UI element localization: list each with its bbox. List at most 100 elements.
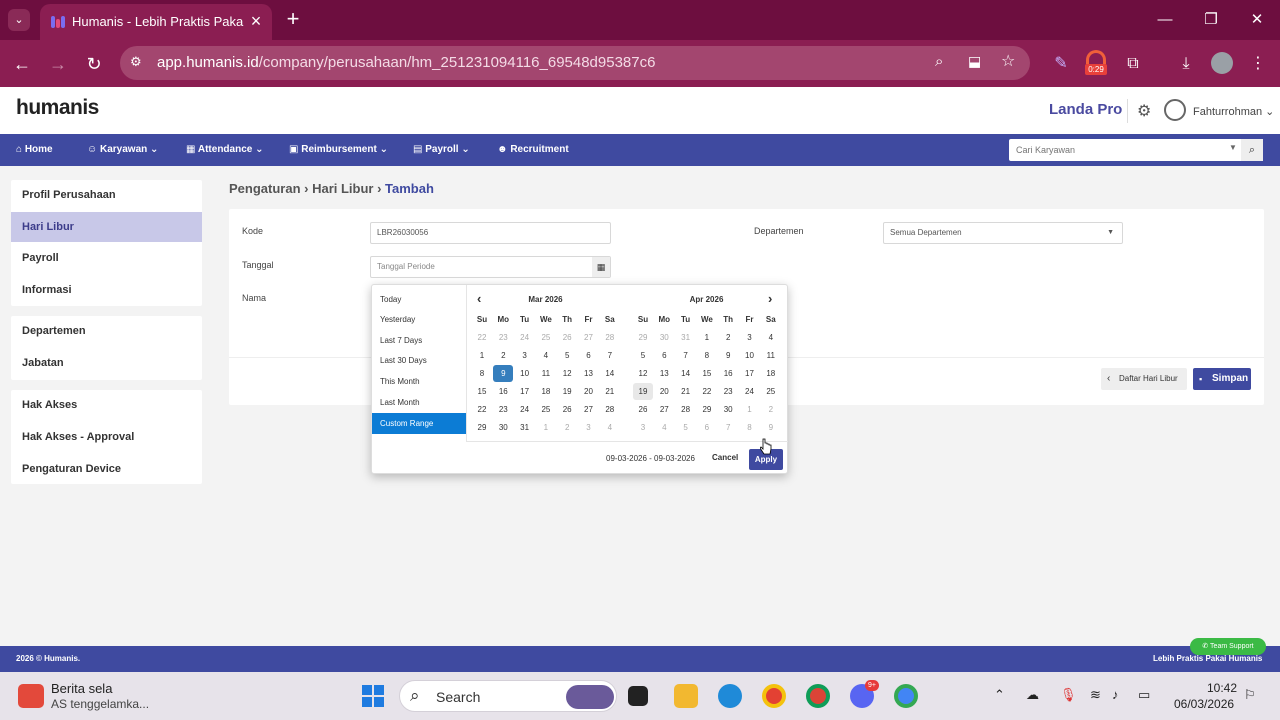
calendar-day[interactable]: 4 <box>536 347 556 364</box>
calendar-day[interactable]: 1 <box>472 347 492 364</box>
wifi-icon[interactable]: ≋ <box>1090 687 1101 703</box>
calendar-day[interactable]: 3 <box>740 329 760 346</box>
calendar-day[interactable]: 29 <box>697 401 717 418</box>
news-title[interactable]: Berita sela <box>51 681 112 696</box>
calendar-day[interactable]: 5 <box>676 419 696 436</box>
calendar-day[interactable]: 25 <box>761 383 781 400</box>
calendar-day[interactable]: 25 <box>536 329 556 346</box>
calendar-day[interactable]: 8 <box>472 365 492 382</box>
user-avatar-icon[interactable] <box>1164 99 1186 121</box>
calendar-day[interactable]: 4 <box>600 419 620 436</box>
chrome-profile-icon[interactable] <box>762 684 786 708</box>
calendar-day[interactable]: 31 <box>515 419 535 436</box>
employee-search-input[interactable] <box>1009 139 1241 161</box>
cancel-button[interactable]: Cancel <box>712 453 738 462</box>
calendar-day[interactable]: 13 <box>579 365 599 382</box>
clock-date[interactable]: 06/03/2026 <box>1174 697 1234 711</box>
downloads-icon[interactable]: ⤓ <box>1174 52 1198 76</box>
calendar-day[interactable]: 9 <box>493 365 514 382</box>
range-last-month[interactable]: Last Month <box>372 392 466 413</box>
calendar-day[interactable]: 28 <box>676 401 696 418</box>
daftar-hari-libur-button[interactable]: ‹ Daftar Hari Libur <box>1101 368 1187 390</box>
range-yesterday[interactable]: Yesterday <box>372 309 466 330</box>
calendar-day[interactable]: 18 <box>536 383 556 400</box>
calendar-day[interactable]: 24 <box>515 401 535 418</box>
chrome-second-icon[interactable] <box>894 684 918 708</box>
sidebar-item-hari-libur[interactable]: Hari Libur <box>11 212 202 242</box>
calendar-day[interactable]: 24 <box>515 329 535 346</box>
calendar-day[interactable]: 6 <box>697 419 717 436</box>
calendar-day[interactable]: 21 <box>676 383 696 400</box>
calendar-day[interactable]: 1 <box>536 419 556 436</box>
close-tab-icon[interactable]: × <box>246 11 266 31</box>
sidebar-item-profil[interactable]: Profil Perusahaan <box>11 180 202 210</box>
sidebar-item-hak-akses[interactable]: Hak Akses <box>11 390 202 420</box>
reload-icon[interactable]: ↻ <box>82 52 106 76</box>
calendar-day[interactable]: 27 <box>579 401 599 418</box>
calendar-day[interactable]: 14 <box>676 365 696 382</box>
back-arrow-icon[interactable]: ← <box>10 52 34 76</box>
sidebar-item-informasi[interactable]: Informasi <box>11 275 202 305</box>
site-info-icon[interactable]: ⚙ <box>130 54 142 70</box>
calendar-day[interactable]: 14 <box>600 365 620 382</box>
calendar-day[interactable]: 28 <box>600 329 620 346</box>
clock-time[interactable]: 10:42 <box>1207 681 1237 695</box>
window-close-icon[interactable]: ✕ <box>1242 8 1272 32</box>
departemen-select[interactable]: Semua Departemen ▼ <box>883 222 1123 244</box>
calendar-day[interactable]: 22 <box>697 383 717 400</box>
calendar-icon[interactable]: ▦ <box>592 257 610 277</box>
calendar-day[interactable]: 29 <box>633 329 653 346</box>
calendar-day[interactable]: 16 <box>718 365 738 382</box>
calendar-day[interactable]: 9 <box>761 419 781 436</box>
calendar-day[interactable]: 18 <box>761 365 781 382</box>
taskbar-search[interactable]: ⌕ Search <box>399 680 617 712</box>
calendar-day[interactable]: 3 <box>515 347 535 364</box>
calendar-day[interactable]: 15 <box>472 383 492 400</box>
user-menu[interactable]: Fahturrohman ⌄ <box>1193 105 1274 118</box>
range-this-month[interactable]: This Month <box>372 371 466 392</box>
calendar-day[interactable]: 28 <box>600 401 620 418</box>
edge-icon[interactable] <box>718 684 742 708</box>
calendar-day[interactable]: 5 <box>633 347 653 364</box>
calendar-day[interactable]: 11 <box>536 365 556 382</box>
extension-feather-icon[interactable]: ✎ <box>1049 52 1073 76</box>
calendar-day[interactable]: 29 <box>472 419 492 436</box>
windows-start-icon[interactable] <box>361 684 385 708</box>
calendar-day[interactable]: 9 <box>718 347 738 364</box>
microphone-icon[interactable]: 🎙 <box>1060 687 1077 703</box>
address-bar[interactable]: ⚙ app.humanis.id/company/perusahaan/hm_2… <box>120 46 1030 80</box>
calendar-day[interactable]: 17 <box>515 383 535 400</box>
calendar-day[interactable]: 23 <box>493 329 513 346</box>
news-widget-icon[interactable] <box>18 684 44 708</box>
calendar-day[interactable]: 7 <box>676 347 696 364</box>
calendar-day[interactable]: 6 <box>654 347 674 364</box>
calendar-day[interactable]: 20 <box>654 383 674 400</box>
calendar-day[interactable]: 26 <box>557 329 577 346</box>
nav-recruitment[interactable]: ☻ Recruitment <box>497 134 569 166</box>
volume-icon[interactable]: ♪ <box>1112 687 1119 702</box>
range-last-30-days[interactable]: Last 30 Days <box>372 350 466 371</box>
simpan-button[interactable]: ▪ Simpan <box>1193 368 1251 390</box>
new-tab-plus-icon[interactable]: + <box>282 8 304 30</box>
breadcrumb-root[interactable]: Pengaturan <box>229 181 301 196</box>
dropdown-caret-icon[interactable]: ▼ <box>1229 143 1237 152</box>
calendar-day[interactable]: 10 <box>515 365 535 382</box>
calendar-day[interactable]: 10 <box>740 347 760 364</box>
sidebar-item-hak-akses-approval[interactable]: Hak Akses - Approval <box>11 422 202 452</box>
install-app-icon[interactable]: ⬓ <box>968 53 981 70</box>
onedrive-cloud-icon[interactable]: ☁ <box>1026 687 1039 703</box>
calendar-day[interactable]: 23 <box>718 383 738 400</box>
battery-icon[interactable]: ▭ <box>1138 687 1150 703</box>
range-last-7-days[interactable]: Last 7 Days <box>372 330 466 351</box>
file-explorer-icon[interactable] <box>674 684 698 708</box>
calendar-day[interactable]: 15 <box>697 365 717 382</box>
calendar-day[interactable]: 17 <box>740 365 760 382</box>
calendar-day[interactable]: 2 <box>493 347 513 364</box>
chrome-icon[interactable] <box>806 684 830 708</box>
extensions-puzzle-icon[interactable]: ⧉ <box>1121 52 1145 76</box>
calendar-day[interactable]: 25 <box>536 401 556 418</box>
calendar-day[interactable]: 12 <box>557 365 577 382</box>
humanis-logo[interactable]: humanis <box>16 96 99 120</box>
kode-input[interactable]: LBR26030056 <box>370 222 611 244</box>
calendar-day[interactable]: 16 <box>493 383 513 400</box>
